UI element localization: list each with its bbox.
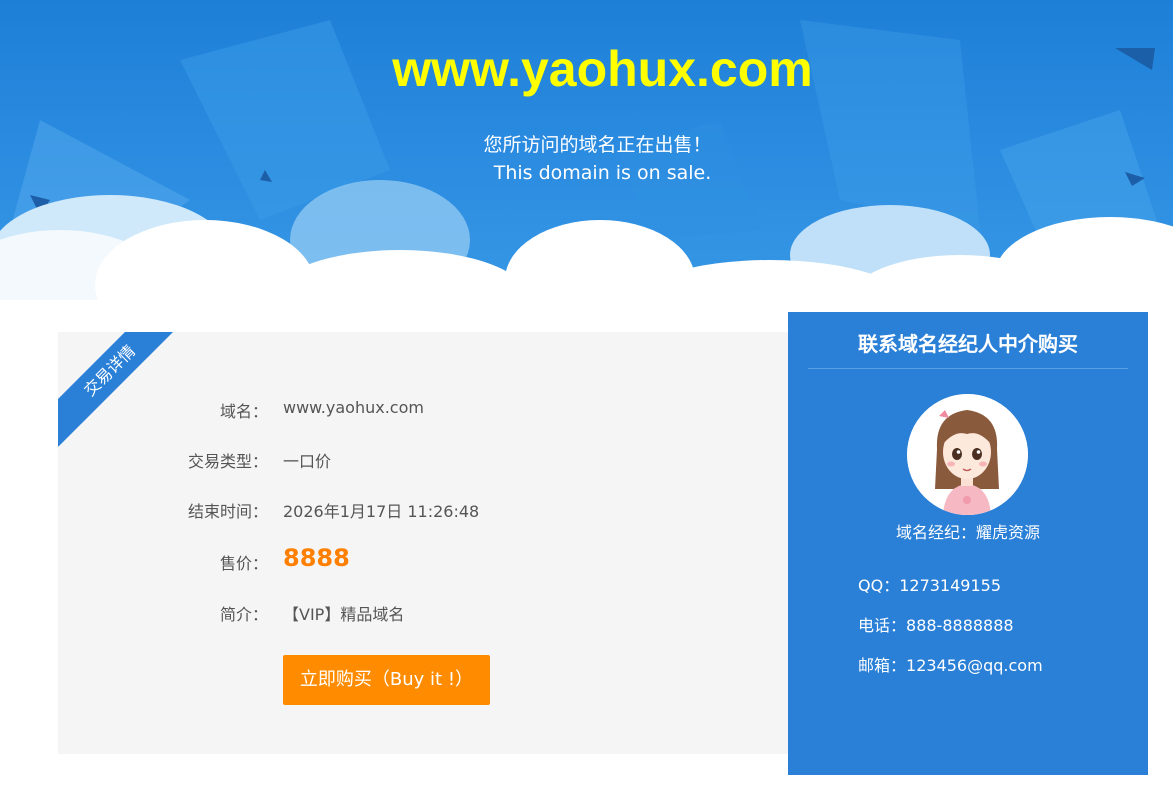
sale-notice-en: This domain is on sale. — [493, 162, 712, 184]
hero-banner: www.yaohux.com 您所访问的域名正在出售！ This domain … — [0, 0, 1173, 330]
price-value: 8888 — [283, 544, 350, 572]
detail-label: 域名： — [219, 402, 268, 421]
broker-contact-panel: 联系域名经纪人中介购买 域名经纪：耀虎资源 QQ：1273149155 电话：8… — [788, 312, 1148, 775]
phone-label: 电话： — [858, 616, 907, 635]
detail-value: 2026年1月17日 11:26:48 — [283, 502, 480, 521]
detail-label: 结束时间： — [187, 502, 268, 521]
detail-row-trade-type: 交易类型： 一口价 — [58, 448, 800, 472]
transaction-details-panel: 交易详情 域名： www.yaohux.com 交易类型： 一口价 结束时间： … — [58, 332, 800, 754]
detail-value: www.yaohux.com — [283, 398, 424, 417]
contact-qq: QQ：1273149155 — [858, 572, 1001, 596]
cartoon-girl-avatar-icon — [907, 394, 1028, 515]
detail-row-end-time: 结束时间： 2026年1月17日 11:26:48 — [58, 498, 800, 522]
email-label: 邮箱： — [858, 656, 907, 675]
broker-panel-title: 联系域名经纪人中介购买 — [858, 332, 1078, 356]
detail-label: 售价： — [219, 554, 268, 573]
phone-number[interactable]: 888-8888888 — [906, 616, 1014, 635]
detail-row-price: 售价： 8888 — [58, 544, 800, 574]
detail-row-domain: 域名： www.yaohux.com — [58, 398, 800, 422]
buy-now-button[interactable]: 立即购买（Buy it !） — [283, 655, 490, 705]
contact-email: 邮箱：123456@qq.com — [858, 652, 1043, 676]
qq-number[interactable]: 1273149155 — [899, 576, 1001, 595]
qq-label: QQ： — [858, 576, 900, 595]
detail-value: 【VIP】精品域名 — [283, 605, 405, 624]
sale-notice-cn: 您所访问的域名正在出售！ — [483, 134, 712, 156]
detail-label: 简介： — [219, 605, 268, 624]
detail-row-intro: 简介： 【VIP】精品域名 — [58, 601, 800, 625]
details-ribbon: 交易详情 — [58, 332, 186, 447]
divider — [808, 368, 1128, 369]
agent-name: 域名经纪：耀虎资源 — [895, 523, 1040, 542]
email-address[interactable]: 123456@qq.com — [906, 656, 1043, 675]
agent-avatar — [907, 394, 1028, 515]
detail-value: 一口价 — [283, 452, 332, 471]
domain-title: www.yaohux.com — [392, 41, 813, 97]
detail-label: 交易类型： — [187, 452, 268, 471]
contact-phone: 电话：888-8888888 — [858, 612, 1014, 636]
